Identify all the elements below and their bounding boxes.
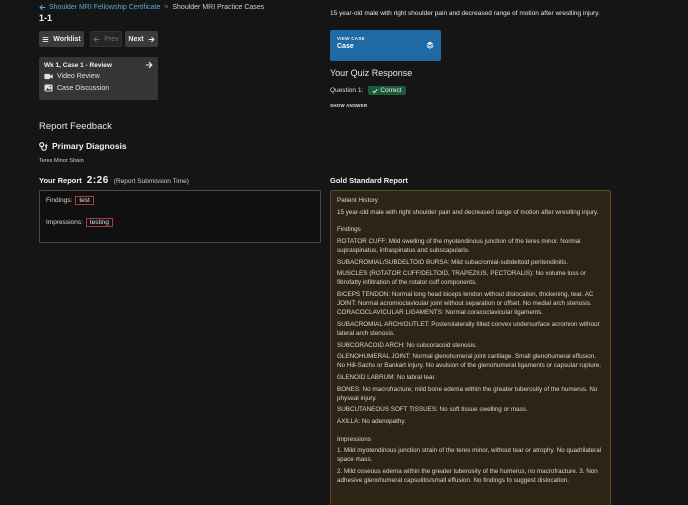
image-icon xyxy=(44,84,53,92)
check-icon xyxy=(372,88,378,93)
gold-finding: GLENOID LABRUM: No labral tear. xyxy=(337,374,437,381)
gold-history-header: Patient History xyxy=(337,197,378,204)
findings-line: Findings: test xyxy=(46,196,314,205)
primary-diagnosis-value: Teres Minor Strain xyxy=(39,158,84,164)
worklist-button[interactable]: Worklist xyxy=(39,31,84,47)
review-item-label: Case Discussion xyxy=(57,84,110,92)
quiz-response-title: Your Quiz Response xyxy=(330,68,413,78)
prev-button[interactable]: Prev xyxy=(90,31,122,47)
gold-finding: BICEPS TENDON: Normal long head biceps t… xyxy=(337,291,594,317)
gold-standard-report: Patient History 15 year-old male with ri… xyxy=(330,190,611,505)
gold-finding: ROTATOR CUFF: Mild swelling of the myote… xyxy=(337,237,581,254)
review-item-discussion[interactable]: Case Discussion xyxy=(44,84,153,92)
review-title: Wk 1, Case 1 - Review xyxy=(44,61,112,69)
layers-icon xyxy=(426,41,434,49)
primary-diagnosis-heading: Primary Diagnosis xyxy=(39,141,127,151)
impressions-value: testing xyxy=(85,218,114,227)
breadcrumb-separator: > xyxy=(164,4,169,11)
gold-impression: 1. Mild myotendinous junction strain of … xyxy=(337,447,602,464)
arrow-left-icon xyxy=(39,4,46,11)
gold-history-text: 15 year-old male with right shoulder pai… xyxy=(337,208,599,216)
correct-badge: Correct xyxy=(368,86,406,95)
question-label: Question 1: xyxy=(330,87,364,94)
report-submission-time-note: (Report Submission Time) xyxy=(113,178,189,185)
findings-value: test xyxy=(75,196,94,205)
gold-finding: GLENOHUMERAL JOINT: Normal glenohumeral … xyxy=(337,353,602,370)
gold-finding: MUSCLES (ROTATOR CUFF/DELTOID, TRAPEZIUS… xyxy=(337,270,587,287)
show-answer-button[interactable]: SHOW ANSWER xyxy=(330,103,367,108)
gold-findings-header: Findings xyxy=(337,226,361,234)
review-header[interactable]: Wk 1, Case 1 - Review xyxy=(44,61,153,69)
view-case-small-label: VIEW CASE xyxy=(337,36,365,41)
your-report-box: Findings: test Impressions: testing xyxy=(39,190,321,243)
gold-impression: 2. Mild osseous edema within the greater… xyxy=(337,468,598,485)
patient-history-summary: 15 year-old male with right shoulder pai… xyxy=(330,10,600,17)
arrow-right-icon xyxy=(148,36,155,42)
arrow-left-icon xyxy=(93,36,100,42)
impressions-label: Impressions: xyxy=(46,219,83,226)
next-label: Next xyxy=(128,35,144,43)
view-case-button[interactable]: VIEW CASE Case xyxy=(330,30,441,61)
quiz-question-row: Question 1: Correct xyxy=(330,86,406,95)
gold-standard-title: Gold Standard Report xyxy=(330,176,408,185)
arrow-right-icon xyxy=(145,61,153,69)
gold-finding: SUBACROMIAL ARCH/OUTLET: Posterolaterall… xyxy=(337,320,600,337)
next-button[interactable]: Next xyxy=(125,31,158,47)
review-card: Wk 1, Case 1 - Review Video Review Case … xyxy=(39,57,158,100)
view-case-label: Case xyxy=(337,43,354,50)
gold-finding: AXILLA: No adenopathy. xyxy=(337,418,406,425)
breadcrumb: Shoulder MRI Fellowship Certificate > Sh… xyxy=(39,4,264,11)
primary-diagnosis-label: Primary Diagnosis xyxy=(52,141,127,151)
correct-label: Correct xyxy=(380,87,402,94)
gold-finding: SUBCUTANEOUS SOFT TISSUES: No soft tissu… xyxy=(337,406,528,414)
breadcrumb-current: Shoulder MRI Practice Cases xyxy=(172,4,265,11)
impressions-line: Impressions: testing xyxy=(46,218,314,227)
prev-label: Prev xyxy=(104,35,119,43)
stethoscope-icon xyxy=(39,141,48,151)
findings-label: Findings: xyxy=(46,197,73,204)
gold-finding: SUBCORACOID ARCH: No subcoracoid stenosi… xyxy=(337,341,477,349)
report-feedback-title: Report Feedback xyxy=(39,121,112,132)
video-icon xyxy=(44,73,53,80)
review-item-video[interactable]: Video Review xyxy=(44,73,153,80)
your-report-heading: Your Report 2:26 (Report Submission Time… xyxy=(39,175,189,186)
worklist-label: Worklist xyxy=(53,35,81,43)
review-item-label: Video Review xyxy=(57,73,100,80)
gold-finding: SUBACROMIAL/SUBDELTOID BURSA: Mild subac… xyxy=(337,258,569,266)
your-report-label: Your Report xyxy=(39,176,82,185)
breadcrumb-parent-label: Shoulder MRI Fellowship Certificate xyxy=(49,4,161,11)
gold-impressions-header: Impressions xyxy=(337,435,371,443)
case-id: 1-1 xyxy=(39,13,53,23)
list-icon xyxy=(42,36,49,42)
breadcrumb-parent-link[interactable]: Shoulder MRI Fellowship Certificate xyxy=(39,4,160,11)
gold-finding: BONES: No macrofracture; mild bone edema… xyxy=(337,385,598,402)
report-submission-time: 2:26 xyxy=(86,175,109,186)
